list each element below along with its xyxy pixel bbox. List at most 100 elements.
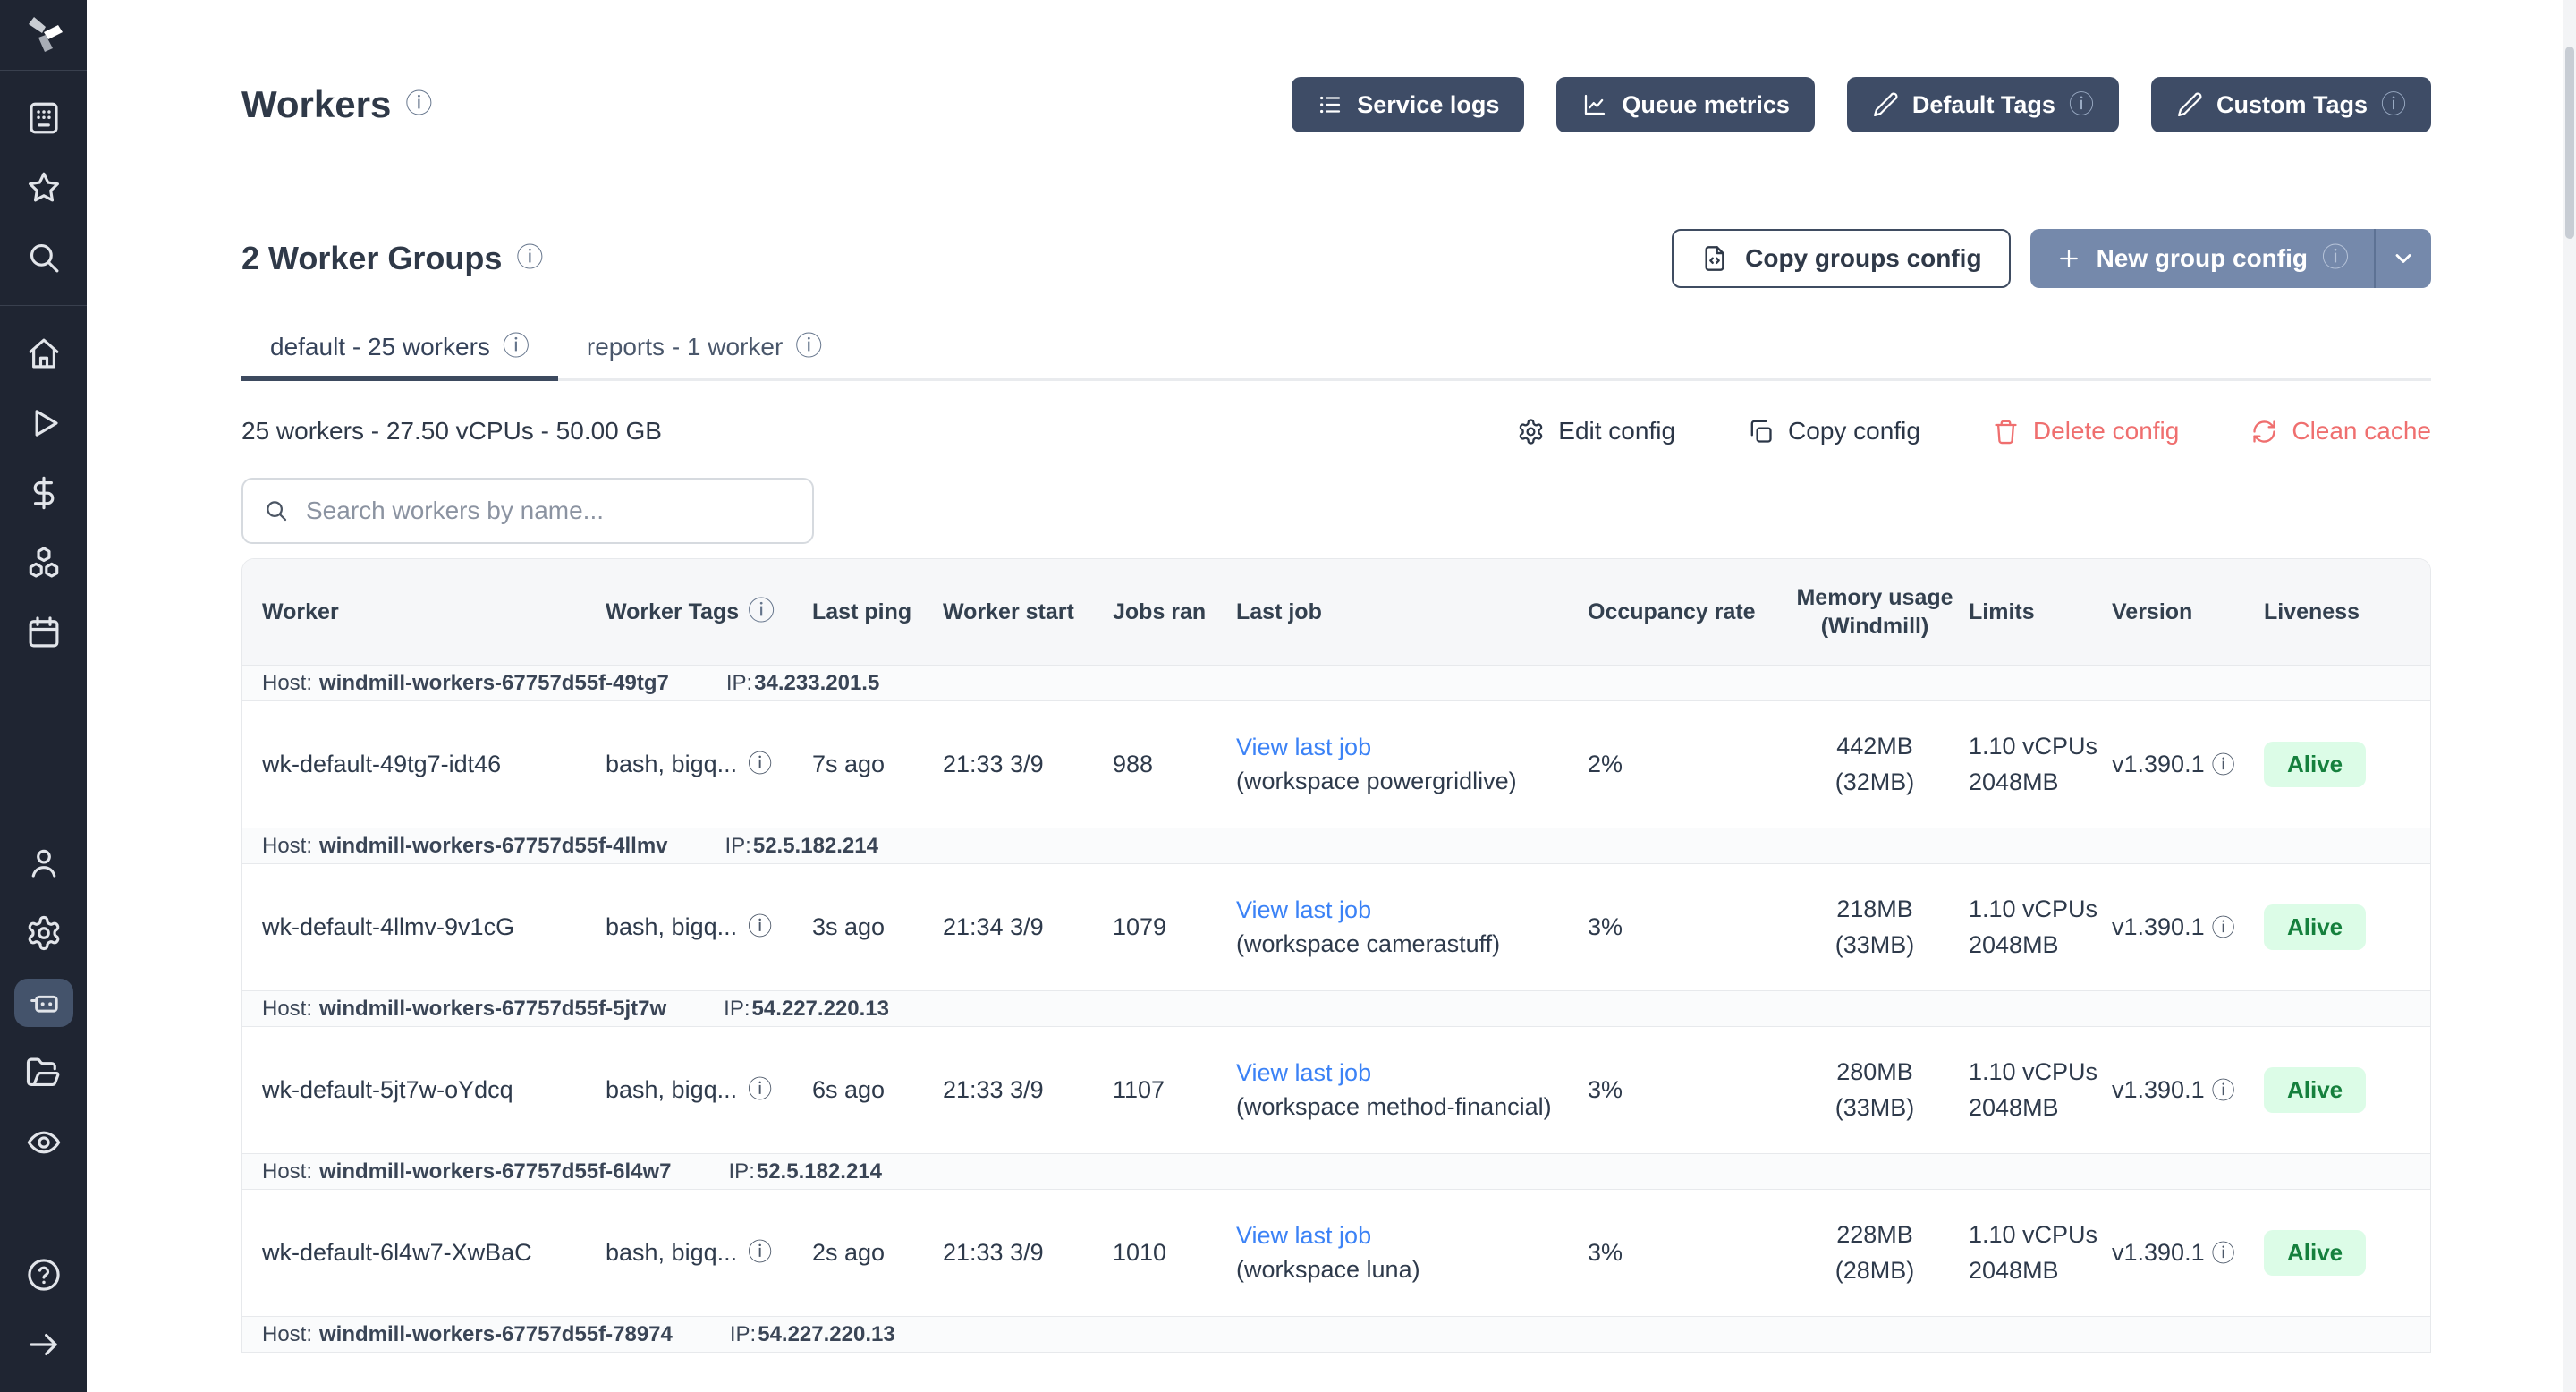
sidebar-divider: [0, 305, 87, 306]
page-title-text: Workers: [242, 83, 391, 126]
clean-cache-button[interactable]: Clean cache: [2250, 417, 2431, 446]
worker-row: wk-default-6l4w7-XwBaC bash, bigq... ⓘ 2…: [242, 1190, 2430, 1316]
alive-badge: Alive: [2264, 1067, 2366, 1113]
jobs-ran: 1010: [1113, 1239, 1236, 1267]
settings-gear-icon[interactable]: [0, 898, 87, 968]
view-last-job-link[interactable]: View last job: [1236, 896, 1371, 923]
col-memory-usage: Memory usage (Windmill): [1781, 583, 1969, 641]
service-logs-button[interactable]: Service logs: [1292, 77, 1524, 132]
copy-groups-config-button[interactable]: Copy groups config: [1672, 229, 2010, 288]
tab-reports-info-icon[interactable]: ⓘ: [795, 334, 822, 361]
col-last-ping: Last ping: [812, 599, 943, 625]
apps-icon[interactable]: [0, 83, 87, 153]
liveness: Alive: [2264, 1230, 2430, 1276]
folders-icon[interactable]: [0, 1038, 87, 1108]
windmill-logo[interactable]: [0, 0, 87, 70]
favorites-star-icon[interactable]: [0, 153, 87, 223]
last-job-workspace: (workspace camerastuff): [1236, 930, 1500, 957]
tags-info-icon[interactable]: ⓘ: [748, 915, 772, 939]
new-group-config-label: New group config: [2097, 244, 2308, 273]
custom-tags-info-icon[interactable]: ⓘ: [2381, 92, 2406, 117]
search-input[interactable]: [306, 497, 792, 525]
occupancy-rate: 3%: [1588, 1239, 1781, 1267]
worker-search: [242, 478, 814, 544]
worker-start: 21:33 3/9: [943, 751, 1113, 778]
workers-robot-icon[interactable]: [0, 968, 87, 1038]
last-job-workspace: (workspace powergridlive): [1236, 768, 1517, 794]
worker-name: wk-default-6l4w7-XwBaC: [242, 1239, 606, 1267]
delete-config-button[interactable]: Delete config: [1992, 417, 2179, 446]
default-tags-button[interactable]: Default Tags ⓘ: [1847, 77, 2119, 132]
user-icon[interactable]: [0, 828, 87, 898]
search-icon: [263, 497, 290, 524]
last-job-workspace: (workspace method-financial): [1236, 1093, 1552, 1120]
page-scrollbar[interactable]: [2563, 0, 2576, 1392]
copy-config-button[interactable]: Copy config: [1747, 417, 1920, 446]
variables-dollar-icon[interactable]: [0, 458, 87, 528]
title-info-icon[interactable]: ⓘ: [405, 91, 432, 118]
worker-groups-info-icon[interactable]: ⓘ: [516, 245, 543, 272]
custom-tags-button[interactable]: Custom Tags ⓘ: [2151, 77, 2431, 132]
table-header-row: Worker Worker Tags ⓘ Last ping Worker st…: [242, 559, 2430, 665]
col-last-job: Last job: [1236, 599, 1588, 625]
version-info-icon[interactable]: ⓘ: [2212, 753, 2235, 777]
new-group-config-info-icon[interactable]: ⓘ: [2322, 245, 2349, 272]
tags-info-icon[interactable]: ⓘ: [748, 1241, 772, 1265]
workers-table: Worker Worker Tags ⓘ Last ping Worker st…: [242, 558, 2431, 1353]
worker-tags-info-icon[interactable]: ⓘ: [748, 598, 775, 625]
home-icon[interactable]: [0, 318, 87, 388]
host-name: windmill-workers-67757d55f-49tg7: [319, 671, 669, 696]
tab-default[interactable]: default - 25 workers ⓘ: [242, 333, 558, 381]
occupancy-rate: 3%: [1588, 913, 1781, 941]
view-last-job-link[interactable]: View last job: [1236, 1222, 1371, 1249]
version: v1.390.1 ⓘ: [2112, 913, 2264, 941]
runs-play-icon[interactable]: [0, 388, 87, 458]
jobs-ran: 1079: [1113, 913, 1236, 941]
collapse-arrow-right-icon[interactable]: [0, 1310, 87, 1379]
occupancy-rate: 2%: [1588, 751, 1781, 778]
file-code-icon: [1700, 244, 1729, 273]
new-group-config-button[interactable]: New group config ⓘ: [2030, 229, 2374, 288]
worker-tags: bash, bigq... ⓘ: [606, 1239, 812, 1267]
version-info-icon[interactable]: ⓘ: [2212, 1079, 2235, 1102]
version: v1.390.1 ⓘ: [2112, 1239, 2264, 1267]
copy-icon: [1747, 418, 1775, 446]
tags-info-icon[interactable]: ⓘ: [748, 1078, 772, 1102]
edit-config-button[interactable]: Edit config: [1517, 417, 1675, 446]
worker-name: wk-default-4llmv-9v1cG: [242, 913, 606, 941]
worker-row: wk-default-49tg7-idt46 bash, bigq... ⓘ 7…: [242, 701, 2430, 828]
host-row: Host: windmill-workers-67757d55f-78974 I…: [242, 1316, 2430, 1353]
page-title: Workers ⓘ: [242, 83, 432, 126]
host-ip: 34.233.201.5: [754, 671, 879, 696]
sidebar-divider: [0, 70, 87, 71]
eye-icon[interactable]: [0, 1108, 87, 1177]
group-summary: 25 workers - 27.50 vCPUs - 50.00 GB: [242, 417, 662, 446]
queue-metrics-button[interactable]: Queue metrics: [1556, 77, 1815, 132]
line-chart-icon: [1581, 91, 1608, 118]
tags-info-icon[interactable]: ⓘ: [748, 752, 772, 777]
search-icon[interactable]: [0, 223, 87, 293]
col-worker-start: Worker start: [943, 599, 1113, 625]
host-ip: 52.5.182.214: [753, 834, 878, 859]
last-job: View last job (workspace method-financia…: [1236, 1057, 1588, 1125]
resources-cubes-icon[interactable]: [0, 528, 87, 598]
default-tags-info-icon[interactable]: ⓘ: [2069, 92, 2094, 117]
scrollbar-thumb[interactable]: [2565, 47, 2574, 239]
view-last-job-link[interactable]: View last job: [1236, 1059, 1371, 1086]
worker-start: 21:34 3/9: [943, 913, 1113, 941]
view-last-job-link[interactable]: View last job: [1236, 734, 1371, 760]
last-ping: 2s ago: [812, 1239, 943, 1267]
gear-icon: [1517, 418, 1545, 446]
col-worker-tags: Worker Tags ⓘ: [606, 598, 812, 625]
sidebar: [0, 0, 87, 1392]
memory-usage: 280MB (33MB): [1781, 1055, 1969, 1125]
new-group-config-dropdown[interactable]: [2376, 229, 2431, 288]
tab-reports[interactable]: reports - 1 worker ⓘ: [558, 333, 851, 381]
help-icon[interactable]: [0, 1240, 87, 1310]
version-info-icon[interactable]: ⓘ: [2212, 916, 2235, 939]
version-info-icon[interactable]: ⓘ: [2212, 1242, 2235, 1265]
tab-default-info-icon[interactable]: ⓘ: [503, 334, 530, 361]
list-icon: [1317, 91, 1343, 118]
schedules-calendar-icon[interactable]: [0, 598, 87, 667]
version: v1.390.1 ⓘ: [2112, 751, 2264, 778]
